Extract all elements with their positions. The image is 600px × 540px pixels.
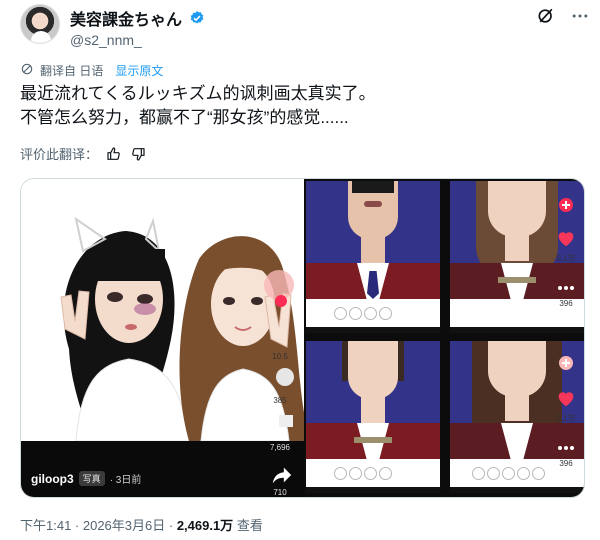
- avatar[interactable]: [20, 4, 60, 44]
- stat-count: 396: [559, 459, 573, 468]
- translation-info: 翻译自 日语 显示原文: [20, 62, 163, 79]
- tweet-metadata: 下午1:41 · 2026年3月6日 · 2,469.1万 查看: [20, 515, 263, 534]
- stat-count: 396: [559, 299, 573, 308]
- video-author-name[interactable]: giloop3: [31, 472, 74, 486]
- portrait-cell: [306, 341, 440, 493]
- video-info-bar: [21, 441, 304, 497]
- media-image-left[interactable]: 10.5 385 7,696 710 giloop3 写真 · 3日前: [21, 179, 304, 497]
- like-heart-icon[interactable]: [556, 229, 576, 252]
- header-actions: [536, 6, 590, 26]
- add-plus-icon[interactable]: [558, 197, 574, 218]
- show-original-link[interactable]: 显示原文: [115, 62, 163, 79]
- more-options-icon[interactable]: [570, 6, 590, 26]
- rate-translation-label: 评价此翻译：: [20, 147, 99, 162]
- stat-count: 710: [273, 488, 287, 497]
- tweet-text: 最近流れてくるルッキズム的讽刺画太真实了。 不管怎么努力，都赢不了“那女孩”的感…: [20, 82, 580, 130]
- tweet-text-line: 最近流れてくるルッキズム的讽刺画太真实了。: [20, 84, 376, 103]
- video-author-tag: giloop3 写真 · 3日前: [31, 471, 141, 486]
- stat-count: 385: [273, 396, 287, 405]
- rate-translation: 评价此翻译：: [20, 144, 146, 163]
- timestamp[interactable]: 下午1:41 · 2026年3月6日 ·: [20, 518, 173, 533]
- translated-from-label: 翻译自 日语: [40, 64, 104, 78]
- handle[interactable]: @s2_nnm_: [70, 32, 205, 48]
- stat-count: 5.1万: [556, 414, 576, 423]
- portrait-cell: [306, 181, 440, 333]
- tweet-header: 美容課金ちゃん @s2_nnm_: [20, 4, 590, 48]
- views-count: 2,469.1万: [176, 518, 234, 533]
- time-ago: · 3日前: [109, 475, 142, 486]
- stat-count: 10.5: [272, 352, 288, 361]
- thumbs-up-icon[interactable]: [106, 146, 122, 162]
- author-names: 美容課金ちゃん @s2_nnm_: [70, 6, 205, 48]
- tweet-text-line: 不管怎么努力，都赢不了“那女孩”的感觉......: [20, 108, 349, 127]
- photo-badge: 写真: [78, 471, 105, 486]
- portrait-cell: 5.1万 396: [450, 341, 584, 493]
- portrait-cell: 5.1万 396: [450, 181, 584, 333]
- media-image-right[interactable]: 5.1万 396 5.1万 396: [304, 179, 584, 497]
- views-label: 查看: [236, 518, 263, 533]
- tweet-media[interactable]: 10.5 385 7,696 710 giloop3 写真 · 3日前 5.1万…: [20, 178, 585, 498]
- thumbs-down-icon[interactable]: [130, 146, 146, 162]
- display-name[interactable]: 美容課金ちゃん: [70, 6, 182, 30]
- grok-icon[interactable]: [536, 6, 556, 26]
- more-dots-icon[interactable]: [556, 439, 576, 457]
- share-arrow-icon[interactable]: [271, 464, 293, 491]
- verified-badge-icon: [189, 10, 205, 26]
- add-plus-icon[interactable]: [558, 355, 574, 376]
- stat-count: 7,696: [269, 443, 291, 452]
- translate-icon: [20, 62, 34, 79]
- like-heart-icon[interactable]: [556, 389, 576, 412]
- illustration-two-girls: [21, 179, 304, 442]
- more-dots-icon[interactable]: [556, 279, 576, 297]
- stat-count: 5.1万: [556, 254, 576, 263]
